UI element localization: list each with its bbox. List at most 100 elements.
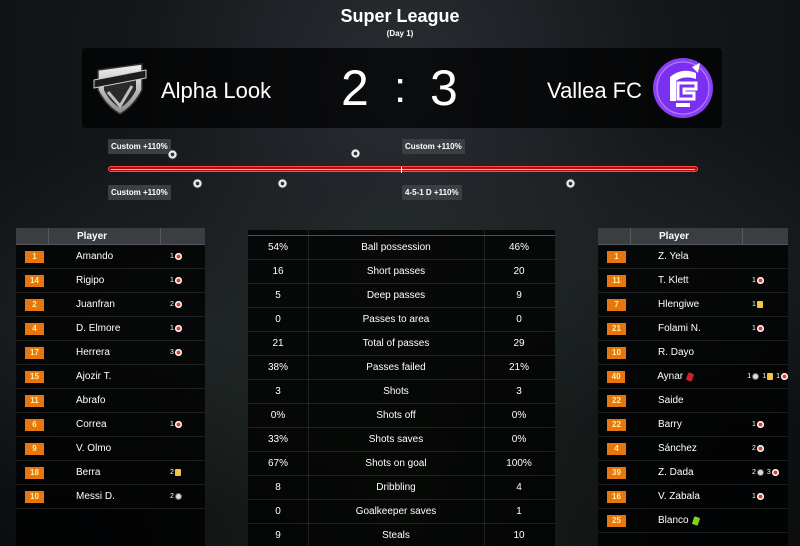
shirt-number: 14 xyxy=(25,274,44,287)
table-header: Player xyxy=(598,227,788,245)
player-row[interactable]: 39 Z. Dada 2 3 xyxy=(598,461,788,485)
stat-row: 16 Short passes 20 xyxy=(248,260,555,284)
shirt-number: 25 xyxy=(607,514,626,527)
home-tactic-tag-bottom: Custom +110% xyxy=(108,185,171,200)
player-row[interactable]: 6 Correa 1 xyxy=(16,413,205,437)
player-name: R. Dayo xyxy=(658,347,695,358)
event-count: 2 xyxy=(170,493,174,500)
goal-ball-icon xyxy=(277,178,288,189)
red-ball-icon xyxy=(174,421,182,428)
goal-ball-icon xyxy=(565,178,576,189)
player-row[interactable]: 4 Sánchez 2 xyxy=(598,437,788,461)
player-name: V. Zabala xyxy=(658,491,700,502)
event-count: 1 xyxy=(752,325,756,332)
player-row[interactable]: 9 V. Olmo xyxy=(16,437,205,461)
soccer-ball-icon xyxy=(756,469,764,476)
shirt-number: 10 xyxy=(25,490,44,503)
event-count: 1 xyxy=(776,373,780,380)
player-row[interactable]: 11 Abrafo xyxy=(16,389,205,413)
player-row[interactable]: 18 Berra 2 xyxy=(16,461,205,485)
home-stat-value: 0% xyxy=(270,410,286,421)
stat-label: Passes to area xyxy=(362,314,430,325)
home-stat-value: 38% xyxy=(267,362,288,373)
stat-label: Goalkeeper saves xyxy=(355,506,437,517)
away-stat-value: 0 xyxy=(516,314,522,325)
shirt-number: 17 xyxy=(25,346,44,359)
table-header: Player xyxy=(16,227,205,245)
player-name: Ajozir T. xyxy=(76,371,112,382)
player-row[interactable]: 15 Ajozir T. xyxy=(16,365,205,389)
player-name: Abrafo xyxy=(76,395,106,406)
player-row[interactable]: 11 T. Klett 1 xyxy=(598,269,788,293)
shirt-number: 15 xyxy=(25,370,44,383)
away-stat-value: 1 xyxy=(516,506,522,517)
event-count: 1 xyxy=(752,277,756,284)
home-stat-value: 3 xyxy=(275,386,281,397)
away-score: 3 xyxy=(430,60,458,116)
score-separator: : xyxy=(394,63,407,112)
player-row[interactable]: 40 Aynar 1 1 1 xyxy=(598,365,788,389)
stat-row: 3 Shots 3 xyxy=(248,380,555,404)
stat-label: Shots xyxy=(383,386,409,397)
shirt-number: 1 xyxy=(25,250,44,263)
stat-label: Shots saves xyxy=(368,434,424,445)
player-name: Messi D. xyxy=(76,491,115,502)
player-row[interactable]: 22 Barry 1 xyxy=(598,413,788,437)
away-team-name: Vallea FC xyxy=(547,78,642,103)
event-count: 1 xyxy=(752,301,756,308)
shirt-number: 11 xyxy=(607,274,626,287)
player-row[interactable]: 2 Juanfran 2 xyxy=(16,293,205,317)
player-row[interactable]: 16 V. Zabala 1 xyxy=(598,485,788,509)
red-ball-icon xyxy=(174,253,182,260)
red-ball-icon xyxy=(756,493,764,500)
red-ball-icon xyxy=(174,349,182,356)
player-events: 1 1 1 xyxy=(745,373,788,380)
player-name: V. Olmo xyxy=(76,443,112,454)
home-stat-value: 16 xyxy=(272,266,284,277)
player-name: Barry xyxy=(658,419,682,430)
player-row[interactable]: 1 Amando 1 xyxy=(16,245,205,269)
goal-ball-icon xyxy=(167,149,178,160)
stat-row: 9 Steals 10 xyxy=(248,524,555,546)
home-stat-value: 8 xyxy=(275,482,281,493)
player-row[interactable]: 25 Blanco xyxy=(598,509,788,533)
event-count: 2 xyxy=(752,469,756,476)
match-day: (Day 1) xyxy=(386,29,414,38)
red-ball-icon xyxy=(174,325,182,332)
league-title: Super League xyxy=(340,6,460,26)
player-row[interactable]: 22 Saide xyxy=(598,389,788,413)
red-ball-icon xyxy=(771,469,779,476)
player-name: Hlengiwe xyxy=(658,299,700,310)
player-row[interactable]: 10 R. Dayo xyxy=(598,341,788,365)
red-ball-icon xyxy=(756,445,764,452)
home-tactic-tag: Custom +110% xyxy=(108,139,171,154)
player-row[interactable]: 7 Hlengiwe 1 xyxy=(598,293,788,317)
player-events: 2 xyxy=(168,493,182,500)
stat-row: 0 Goalkeeper saves 1 xyxy=(248,500,555,524)
home-score: 2 xyxy=(341,60,369,116)
away-stat-value: 0% xyxy=(511,434,527,445)
stat-row: 67% Shots on goal 100% xyxy=(248,452,555,476)
player-name: Blanco xyxy=(658,515,750,526)
player-row[interactable]: 1 Z. Yela xyxy=(598,245,788,269)
player-name: T. Klett xyxy=(658,275,689,286)
player-events: 1 xyxy=(750,277,764,284)
player-name: D. Elmore xyxy=(76,323,121,334)
player-row[interactable]: 17 Herrera 3 xyxy=(16,341,205,365)
stat-row: 5 Deep passes 9 xyxy=(248,284,555,308)
shirt-number: 16 xyxy=(607,490,626,503)
away-players-table: Player 1 Z. Yela 11 T. Klett 1 7 Hlengiwe 1 21 Fo… xyxy=(598,227,788,546)
event-count: 2 xyxy=(170,301,174,308)
player-row[interactable]: 14 Rigipo 1 xyxy=(16,269,205,293)
vallea-fc-crest-icon xyxy=(653,58,713,118)
player-name: Correa xyxy=(76,419,107,430)
stat-row: 54% Ball possession 46% xyxy=(248,236,555,260)
player-events: 1 xyxy=(750,301,763,308)
away-stat-value: 10 xyxy=(513,530,525,541)
alpha-look-crest-icon xyxy=(93,63,147,115)
player-row[interactable]: 21 Folami N. 1 xyxy=(598,317,788,341)
shirt-number: 21 xyxy=(607,322,626,335)
player-row[interactable]: 4 D. Elmore 1 xyxy=(16,317,205,341)
player-row[interactable]: 10 Messi D. 2 xyxy=(16,485,205,509)
player-events: 2 xyxy=(168,469,181,476)
